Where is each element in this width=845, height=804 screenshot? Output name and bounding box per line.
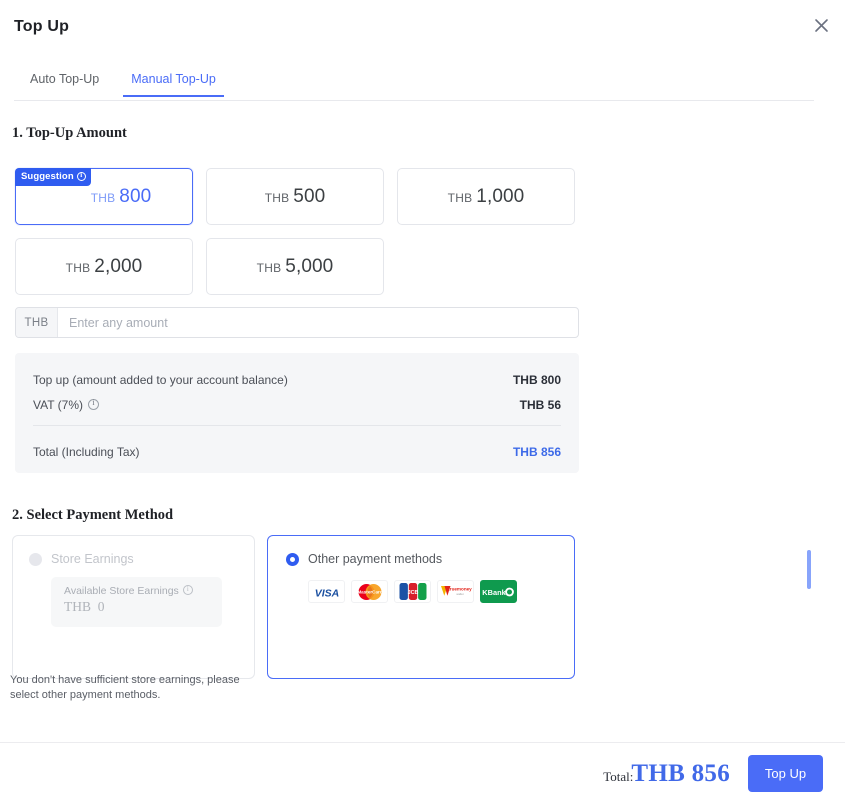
custom-amount-input[interactable] (58, 308, 578, 337)
currency-prefix: THB (16, 308, 58, 337)
summary-label: Top up (amount added to your account bal… (33, 372, 288, 387)
custom-amount-field[interactable]: THB (15, 307, 579, 338)
available-earnings-label: Available Store Earnings (64, 585, 179, 597)
amount-value: 800 (119, 185, 152, 207)
suggestion-badge-label: Suggestion (21, 171, 74, 182)
amount-option-1000[interactable]: THB 1,000 (397, 168, 575, 225)
amount-currency: THB (90, 190, 116, 205)
payment-logos: VISA MasterCard JCB truemoney wallet KBa… (308, 580, 558, 603)
payment-option-other-methods[interactable]: Other payment methods VISA MasterCard JC… (267, 535, 575, 679)
summary-row-topup: Top up (amount added to your account bal… (33, 367, 561, 392)
scrollbar-thumb[interactable] (807, 550, 811, 589)
svg-text:truemoney: truemoney (448, 587, 472, 592)
kbank-logo: KBank (480, 580, 517, 603)
amount-option-2000[interactable]: THB 2,000 (15, 238, 193, 295)
svg-text:KBank: KBank (482, 588, 506, 597)
top-up-submit-button[interactable]: Top Up (748, 755, 823, 792)
mastercard-logo: MasterCard (351, 580, 388, 603)
insufficient-earnings-note: You don't have sufficient store earnings… (10, 674, 240, 701)
info-icon[interactable] (76, 172, 86, 182)
amount-currency: THB (65, 260, 91, 275)
amount-currency: THB (256, 260, 282, 275)
available-earnings-amount: 0 (97, 599, 105, 614)
payment-option-label: Other payment methods (308, 552, 443, 566)
footer-total-value: THB 856 (631, 759, 730, 787)
tab-auto-top-up[interactable]: Auto Top-Up (14, 68, 115, 96)
available-earnings-currency: THB (64, 599, 91, 614)
summary-label: VAT (7%) (33, 397, 84, 412)
svg-text:JCB: JCB (407, 590, 418, 596)
tab-manual-top-up[interactable]: Manual Top-Up (115, 68, 232, 97)
summary-row-total: Total (Including Tax) THB 856 (33, 439, 561, 464)
amount-option-800[interactable]: Suggestion THB 800 (15, 168, 193, 225)
visa-logo: VISA (308, 580, 345, 603)
amount-currency: THB (264, 190, 290, 205)
summary-value: THB 56 (519, 397, 561, 412)
amount-option-5000[interactable]: THB 5,000 (206, 238, 384, 295)
payment-option-store-earnings: Store Earnings Available Store Earnings … (12, 535, 255, 679)
radio-other-methods[interactable] (286, 552, 299, 566)
info-icon[interactable] (88, 398, 100, 410)
amount-currency: THB (447, 190, 473, 205)
radio-store-earnings (29, 552, 42, 566)
svg-text:wallet: wallet (456, 592, 463, 596)
summary-divider (33, 425, 561, 426)
summary-row-vat: VAT (7%) THB 56 (33, 392, 561, 417)
summary-value: THB 800 (512, 372, 561, 387)
section-heading-amount: 1. Top-Up Amount (12, 125, 127, 141)
summary-value: THB 856 (512, 444, 561, 459)
jcb-logo: JCB (394, 580, 431, 603)
available-earnings-box: Available Store Earnings THB 0 (51, 577, 222, 627)
amount-options: Suggestion THB 800 THB 500 THB 1,000 THB… (15, 168, 615, 295)
suggestion-badge: Suggestion (15, 168, 91, 186)
footer-bar: Total:THB 856 Top Up (0, 743, 845, 804)
page-title: Top Up (14, 18, 70, 35)
truemoney-logo: truemoney wallet (437, 580, 474, 603)
payment-option-label: Store Earnings (51, 552, 134, 566)
summary-label-wrap: VAT (7%) (33, 397, 100, 412)
svg-text:MasterCard: MasterCard (357, 589, 382, 594)
amount-value: 500 (293, 185, 326, 207)
footer-total: Total:THB 856 (603, 760, 730, 788)
close-icon (814, 18, 829, 33)
scrollbar-track[interactable] (807, 0, 812, 804)
available-earnings-value: THB 0 (64, 599, 222, 615)
info-icon[interactable] (182, 584, 193, 595)
tab-bar: Auto Top-Up Manual Top-Up (14, 68, 814, 101)
svg-text:VISA: VISA (314, 587, 339, 599)
amount-option-500[interactable]: THB 500 (206, 168, 384, 225)
summary-label: Total (Including Tax) (33, 444, 140, 459)
section-heading-payment: 2. Select Payment Method (12, 507, 174, 523)
footer-total-label: Total: (603, 768, 634, 784)
summary-panel: Top up (amount added to your account bal… (15, 353, 579, 473)
amount-value: 2,000 (94, 255, 143, 277)
amount-value: 5,000 (285, 255, 334, 277)
available-earnings-caption: Available Store Earnings (64, 584, 222, 597)
amount-value: 1,000 (476, 185, 525, 207)
